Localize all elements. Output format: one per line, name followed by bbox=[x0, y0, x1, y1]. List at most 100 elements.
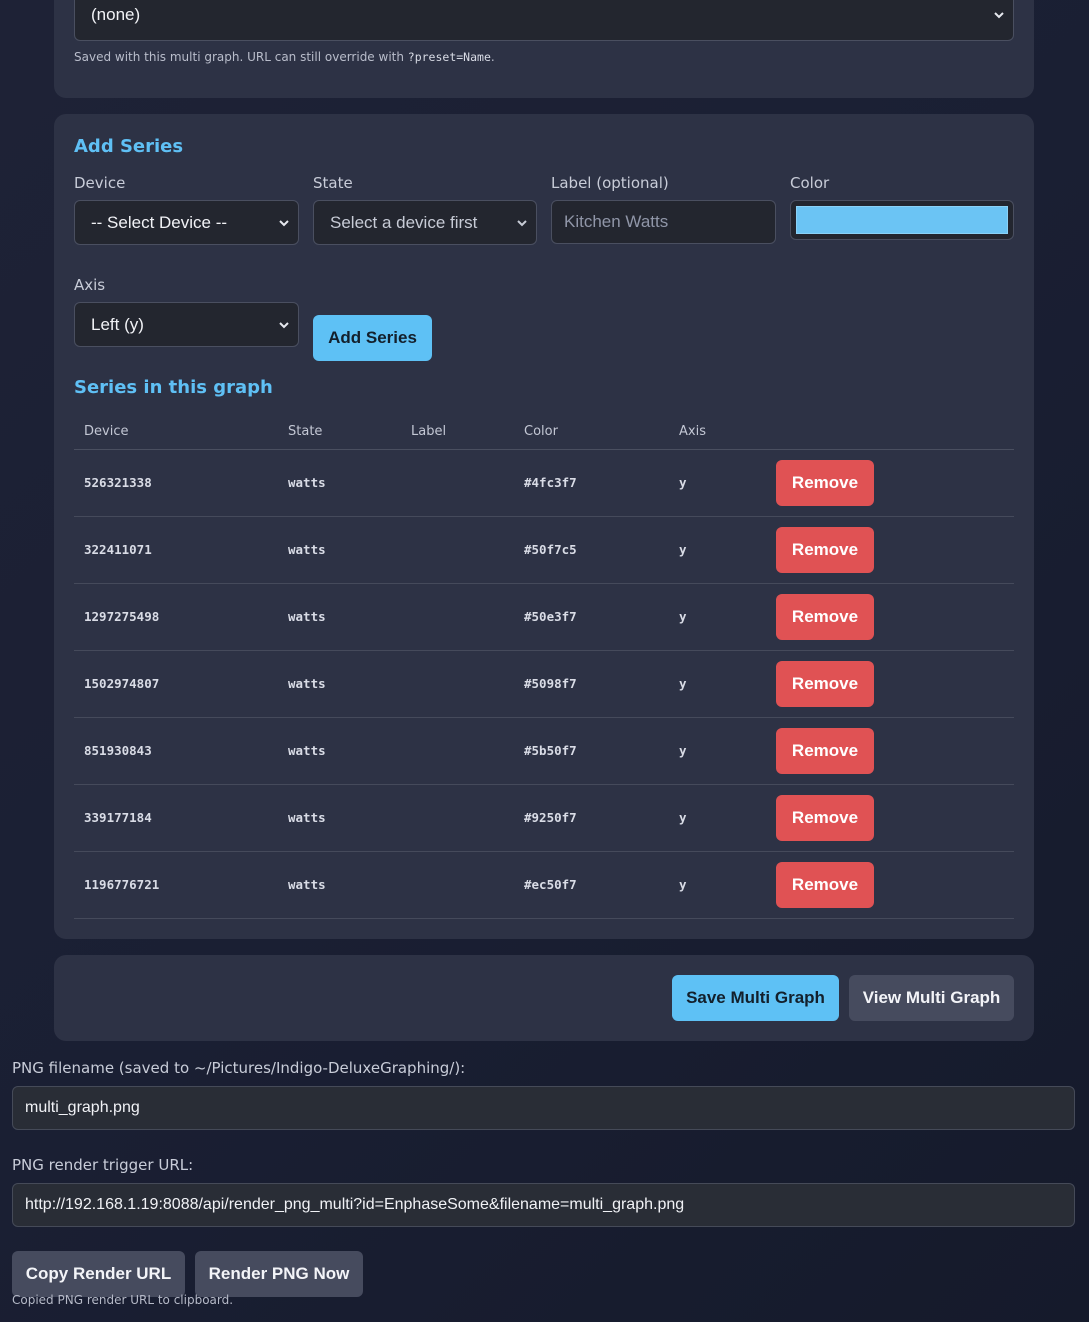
png-filename-label: PNG filename (saved to ~/Pictures/Indigo… bbox=[12, 1059, 466, 1077]
remove-button[interactable]: Remove bbox=[776, 459, 874, 506]
header-color: Color bbox=[514, 414, 669, 450]
device-select-value: -- Select Device -- bbox=[91, 212, 228, 232]
row-axis: y bbox=[669, 650, 776, 718]
row-actions: Remove bbox=[776, 851, 1014, 919]
png-url-label: PNG render trigger URL: bbox=[12, 1156, 194, 1174]
view-multi-graph-button[interactable]: View Multi Graph bbox=[849, 975, 1014, 1021]
row-label bbox=[401, 717, 514, 785]
remove-button[interactable]: Remove bbox=[776, 526, 874, 573]
row-device: 339177184 bbox=[74, 784, 278, 852]
row-label bbox=[401, 650, 514, 718]
png-url-input[interactable]: http://192.168.1.19:8088/api/render_png_… bbox=[12, 1183, 1075, 1227]
color-picker[interactable] bbox=[790, 200, 1014, 240]
row-actions: Remove bbox=[776, 583, 1014, 651]
png-filename-value: multi_graph.png bbox=[25, 1099, 140, 1116]
row-axis: y bbox=[669, 784, 776, 852]
row-axis: y bbox=[669, 449, 776, 517]
device-label: Device bbox=[74, 174, 126, 192]
row-color: #9250f7 bbox=[514, 784, 669, 852]
table-row: 851930843 watts #5b50f7 y Remove bbox=[74, 717, 1014, 785]
preset-select-value: (none) bbox=[91, 5, 141, 24]
table-row: 322411071 watts #50f7c5 y Remove bbox=[74, 516, 1014, 584]
chevron-down-icon bbox=[279, 321, 289, 328]
state-select[interactable]: Select a device first bbox=[313, 200, 537, 245]
copy-render-url-button[interactable]: Copy Render URL bbox=[12, 1251, 185, 1297]
table-row: 339177184 watts #9250f7 y Remove bbox=[74, 784, 1014, 852]
png-url-value: http://192.168.1.19:8088/api/render_png_… bbox=[25, 1196, 685, 1213]
row-device: 851930843 bbox=[74, 717, 278, 785]
row-device: 1502974807 bbox=[74, 650, 278, 718]
row-actions: Remove bbox=[776, 717, 1014, 785]
row-label bbox=[401, 784, 514, 852]
series-label-input[interactable]: Kitchen Watts bbox=[551, 200, 776, 244]
preset-hint-code: ?preset=Name bbox=[407, 50, 491, 64]
status-message: Copied PNG render URL to clipboard. bbox=[12, 1293, 234, 1307]
row-device: 526321338 bbox=[74, 449, 278, 517]
preset-card: (none) Saved with this multi graph. URL … bbox=[54, 0, 1034, 98]
axis-select-value: Left (y) bbox=[91, 314, 144, 334]
header-label: Label bbox=[401, 414, 514, 450]
row-label bbox=[401, 851, 514, 919]
row-actions: Remove bbox=[776, 784, 1014, 852]
state-label: State bbox=[313, 174, 353, 192]
row-actions: Remove bbox=[776, 650, 1014, 718]
chevron-down-icon bbox=[517, 219, 527, 226]
row-color: #50e3f7 bbox=[514, 583, 669, 651]
row-state: watts bbox=[278, 516, 401, 584]
row-label bbox=[401, 449, 514, 517]
row-device: 1297275498 bbox=[74, 583, 278, 651]
row-axis: y bbox=[669, 717, 776, 785]
row-color: #5098f7 bbox=[514, 650, 669, 718]
row-state: watts bbox=[278, 851, 401, 919]
row-state: watts bbox=[278, 583, 401, 651]
state-select-value: Select a device first bbox=[330, 212, 478, 232]
row-state: watts bbox=[278, 784, 401, 852]
header-actions bbox=[776, 414, 1014, 450]
color-label: Color bbox=[790, 174, 830, 192]
series-table: Device State Label Color Axis 526321338 … bbox=[74, 414, 1014, 919]
row-device: 1196776721 bbox=[74, 851, 278, 919]
row-state: watts bbox=[278, 650, 401, 718]
row-state: watts bbox=[278, 717, 401, 785]
row-color: #50f7c5 bbox=[514, 516, 669, 584]
render-png-now-button[interactable]: Render PNG Now bbox=[195, 1251, 363, 1297]
add-series-title: Add Series bbox=[74, 136, 184, 157]
remove-button[interactable]: Remove bbox=[776, 861, 874, 908]
preset-select[interactable]: (none) bbox=[74, 0, 1014, 41]
preset-hint-text: Saved with this multi graph. URL can sti… bbox=[74, 50, 408, 64]
add-series-button[interactable]: Add Series bbox=[313, 315, 432, 361]
table-row: 1196776721 watts #ec50f7 y Remove bbox=[74, 851, 1014, 919]
row-axis: y bbox=[669, 851, 776, 919]
series-list-title: Series in this graph bbox=[74, 377, 273, 398]
series-card: Add Series Device -- Select Device -- St… bbox=[54, 114, 1034, 939]
preset-hint: Saved with this multi graph. URL can sti… bbox=[74, 50, 495, 64]
row-color: #4fc3f7 bbox=[514, 449, 669, 517]
chevron-down-icon bbox=[279, 219, 289, 226]
row-actions: Remove bbox=[776, 449, 1014, 517]
row-color: #ec50f7 bbox=[514, 851, 669, 919]
series-label-placeholder: Kitchen Watts bbox=[564, 212, 669, 231]
row-label bbox=[401, 583, 514, 651]
header-state: State bbox=[278, 414, 401, 450]
row-label bbox=[401, 516, 514, 584]
table-row: 526321338 watts #4fc3f7 y Remove bbox=[74, 449, 1014, 517]
table-row: 1297275498 watts #50e3f7 y Remove bbox=[74, 583, 1014, 651]
save-multi-graph-button[interactable]: Save Multi Graph bbox=[672, 975, 839, 1021]
actions-card: Save Multi Graph View Multi Graph bbox=[54, 955, 1034, 1041]
remove-button[interactable]: Remove bbox=[776, 727, 874, 774]
row-axis: y bbox=[669, 516, 776, 584]
table-row: 1502974807 watts #5098f7 y Remove bbox=[74, 650, 1014, 718]
remove-button[interactable]: Remove bbox=[776, 794, 874, 841]
axis-select[interactable]: Left (y) bbox=[74, 302, 299, 347]
remove-button[interactable]: Remove bbox=[776, 593, 874, 640]
header-axis: Axis bbox=[669, 414, 776, 450]
png-filename-input[interactable]: multi_graph.png bbox=[12, 1086, 1075, 1130]
chevron-down-icon bbox=[994, 12, 1004, 19]
row-axis: y bbox=[669, 583, 776, 651]
row-color: #5b50f7 bbox=[514, 717, 669, 785]
series-table-header: Device State Label Color Axis bbox=[74, 414, 1014, 450]
remove-button[interactable]: Remove bbox=[776, 660, 874, 707]
color-swatch bbox=[796, 206, 1008, 234]
row-actions: Remove bbox=[776, 516, 1014, 584]
device-select[interactable]: -- Select Device -- bbox=[74, 200, 299, 245]
